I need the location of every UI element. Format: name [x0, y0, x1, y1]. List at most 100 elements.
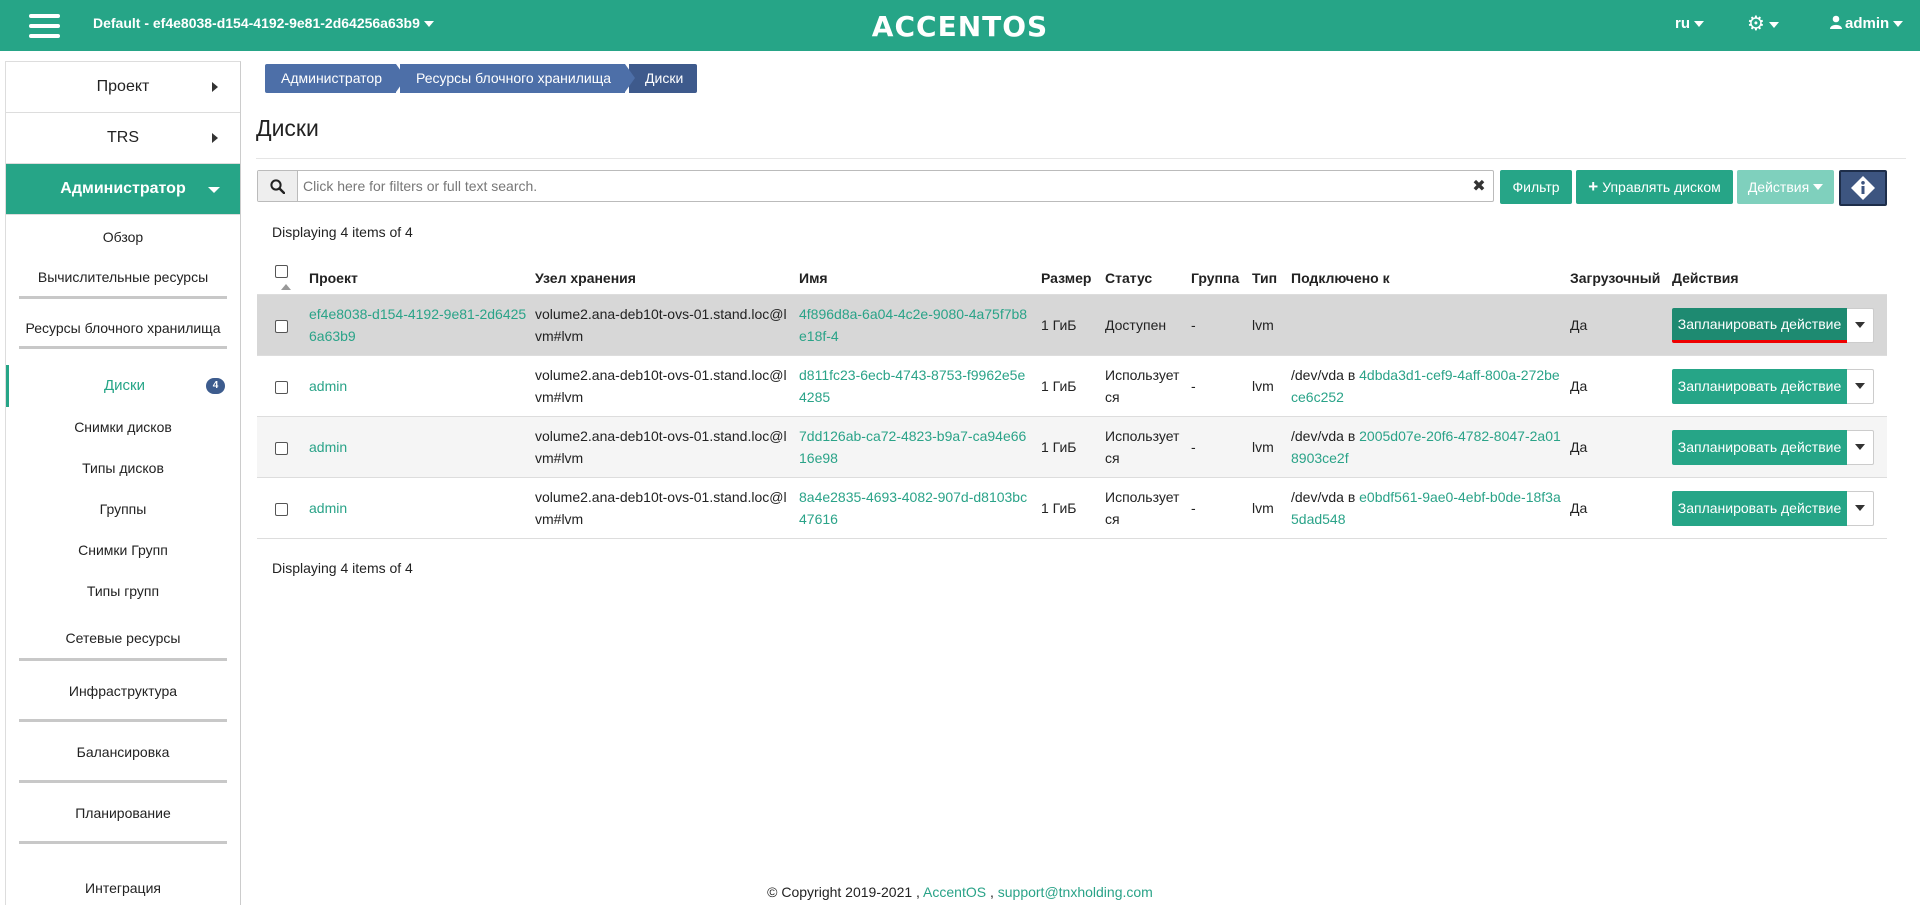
info-button[interactable]: [1839, 170, 1887, 206]
sidebar-item-overview[interactable]: Обзор: [6, 215, 240, 259]
attached-cell: /dev/vda в 2005d07e-20f6-4782-8047-2a018…: [1287, 416, 1566, 478]
sidebar-item-group-snapshots[interactable]: Снимки Групп: [6, 530, 240, 571]
sidebar-item-balancing[interactable]: Балансировка: [19, 722, 227, 783]
sidebar-item-group-types[interactable]: Типы групп: [6, 571, 240, 612]
hamburger-menu-icon[interactable]: [29, 14, 60, 38]
search-icon: [258, 171, 298, 201]
row-action-dropdown-toggle[interactable]: [1847, 307, 1874, 343]
project-link[interactable]: admin: [309, 378, 347, 394]
schedule-action-button[interactable]: Запланировать действие: [1672, 490, 1847, 526]
row-checkbox[interactable]: [275, 319, 288, 333]
project-link[interactable]: admin: [309, 439, 347, 455]
sidebar-item-volumes[interactable]: Диски 4: [6, 365, 240, 407]
schedule-action-button[interactable]: Запланировать действие: [1672, 307, 1847, 343]
language-label: ru: [1675, 15, 1690, 32]
filter-button[interactable]: Фильтр: [1500, 170, 1572, 204]
bootable-cell: Да: [1566, 477, 1668, 539]
bootable-cell: Да: [1566, 355, 1668, 417]
chevron-down-icon: [1855, 383, 1865, 389]
column-header-type[interactable]: Тип: [1248, 262, 1287, 295]
top-navbar: Default - ef4e8038-d154-4192-9e81-2d6425…: [0, 0, 1920, 51]
select-all-checkbox[interactable]: [275, 264, 288, 278]
chevron-down-icon: [1855, 322, 1865, 328]
user-name: admin: [1845, 15, 1890, 32]
sidebar-panel-trs[interactable]: TRS: [6, 113, 240, 164]
sidebar-panel-admin[interactable]: Администратор: [6, 164, 240, 215]
items-count-bottom: Displaying 4 items of 4: [272, 560, 413, 576]
row-checkbox[interactable]: [275, 441, 288, 455]
volume-name-link[interactable]: 8a4e2835-4693-4082-907d-d8103bc47616: [799, 489, 1027, 527]
size-cell: 1 ГиБ: [1037, 477, 1101, 539]
bootable-cell: Да: [1566, 416, 1668, 478]
actions-cell: Запланировать действие: [1668, 477, 1887, 539]
search-input[interactable]: [298, 171, 1465, 201]
sidebar-item-compute[interactable]: Вычислительные ресурсы: [19, 259, 227, 299]
settings-menu[interactable]: ⚙: [1747, 12, 1779, 36]
column-header-attached[interactable]: Подключено к: [1287, 262, 1566, 295]
volumes-table: Проект Узел хранения Имя Размер Статус Г…: [257, 262, 1887, 539]
table-row[interactable]: admin volume2.ana-deb10t-ovs-01.stand.lo…: [257, 355, 1887, 417]
footer-separator: ,: [989, 884, 994, 900]
footer: © Copyright 2019-2021 , AccentOS , suppo…: [0, 884, 1920, 900]
sort-asc-icon[interactable]: [281, 284, 291, 291]
volume-name-link[interactable]: 7dd126ab-ca72-4823-b9a7-ca94e6616e98: [799, 428, 1026, 466]
actions-label: Действия: [1747, 179, 1810, 195]
language-selector[interactable]: ru: [1675, 15, 1704, 32]
chevron-down-icon: [1694, 21, 1704, 28]
table-row[interactable]: admin volume2.ana-deb10t-ovs-01.stand.lo…: [257, 416, 1887, 478]
breadcrumb-item-block-storage[interactable]: Ресурсы блочного хранилища: [400, 64, 636, 93]
copyright-text: © Copyright 2019-2021 ,: [767, 884, 920, 900]
host-cell: volume2.ana-deb10t-ovs-01.stand.loc@lvm#…: [531, 477, 795, 539]
brand-link[interactable]: AccentOS: [923, 884, 986, 900]
volume-name-link[interactable]: d811fc23-6ecb-4743-8753-f9962e5e4285: [799, 367, 1025, 405]
column-header-name[interactable]: Имя: [795, 262, 1037, 295]
sidebar-item-label: Диски: [104, 377, 145, 394]
row-action-group: Запланировать действие: [1672, 429, 1874, 465]
support-email-link[interactable]: support@tnxholding.com: [998, 884, 1153, 900]
divider: [256, 158, 1906, 159]
sidebar-panel-label: TRS: [107, 129, 139, 146]
sidebar-item-network[interactable]: Сетевые ресурсы: [19, 618, 227, 661]
row-checkbox[interactable]: [275, 380, 288, 394]
sidebar-item-block-storage[interactable]: Ресурсы блочного хранилища: [19, 311, 227, 349]
volume-name-link[interactable]: 4f896d8a-6a04-4c2e-9080-4a75f7b8e18f-4: [799, 306, 1027, 344]
column-header-group[interactable]: Группа: [1187, 262, 1248, 295]
sidebar-item-groups[interactable]: Группы: [6, 489, 240, 530]
table-row[interactable]: admin volume2.ana-deb10t-ovs-01.stand.lo…: [257, 477, 1887, 539]
project-link[interactable]: ef4e8038-d154-4192-9e81-2d64256a63b9: [309, 306, 526, 344]
breadcrumb-item-admin[interactable]: Администратор: [265, 64, 407, 93]
sidebar-item-volume-types[interactable]: Типы дисков: [6, 448, 240, 489]
sidebar-item-volume-snapshots[interactable]: Снимки дисков: [6, 407, 240, 448]
column-header-host[interactable]: Узел хранения: [531, 262, 795, 295]
manage-volume-button[interactable]: + Управлять диском: [1576, 170, 1733, 204]
column-header-project[interactable]: Проект: [305, 262, 531, 295]
table-row[interactable]: ef4e8038-d154-4192-9e81-2d64256a63b9 vol…: [257, 294, 1887, 356]
sidebar-item-infrastructure[interactable]: Инфраструктура: [19, 661, 227, 722]
sidebar-panel-project[interactable]: Проект: [6, 62, 240, 113]
schedule-action-button[interactable]: Запланировать действие: [1672, 368, 1847, 404]
project-selector[interactable]: Default - ef4e8038-d154-4192-9e81-2d6425…: [93, 15, 434, 31]
project-cell: admin: [305, 355, 531, 417]
attached-prefix: /dev/vda в: [1291, 489, 1360, 505]
chevron-down-icon: [1855, 444, 1865, 450]
user-menu[interactable]: admin: [1830, 15, 1904, 32]
sidebar-item-scheduling[interactable]: Планирование: [19, 783, 227, 844]
host-cell: volume2.ana-deb10t-ovs-01.stand.loc@lvm#…: [531, 355, 795, 417]
row-action-dropdown-toggle[interactable]: [1847, 429, 1874, 465]
row-action-dropdown-toggle[interactable]: [1847, 490, 1874, 526]
row-checkbox[interactable]: [275, 502, 288, 516]
project-selector-label: Default - ef4e8038-d154-4192-9e81-2d6425…: [93, 15, 420, 31]
column-header-bootable[interactable]: Загрузочный: [1566, 262, 1668, 295]
project-link[interactable]: admin: [309, 500, 347, 516]
chevron-down-icon: [1893, 21, 1904, 28]
column-header-status[interactable]: Статус: [1101, 262, 1187, 295]
name-cell: 8a4e2835-4693-4082-907d-d8103bc47616: [795, 477, 1037, 539]
column-header-size[interactable]: Размер: [1037, 262, 1101, 295]
close-icon[interactable]: ✖: [1465, 171, 1493, 201]
status-cell: Доступен: [1101, 294, 1187, 356]
group-cell: -: [1187, 355, 1248, 417]
actions-dropdown-button[interactable]: Действия: [1737, 170, 1834, 204]
row-action-dropdown-toggle[interactable]: [1847, 368, 1874, 404]
schedule-action-button[interactable]: Запланировать действие: [1672, 429, 1847, 465]
type-cell: lvm: [1248, 355, 1287, 417]
